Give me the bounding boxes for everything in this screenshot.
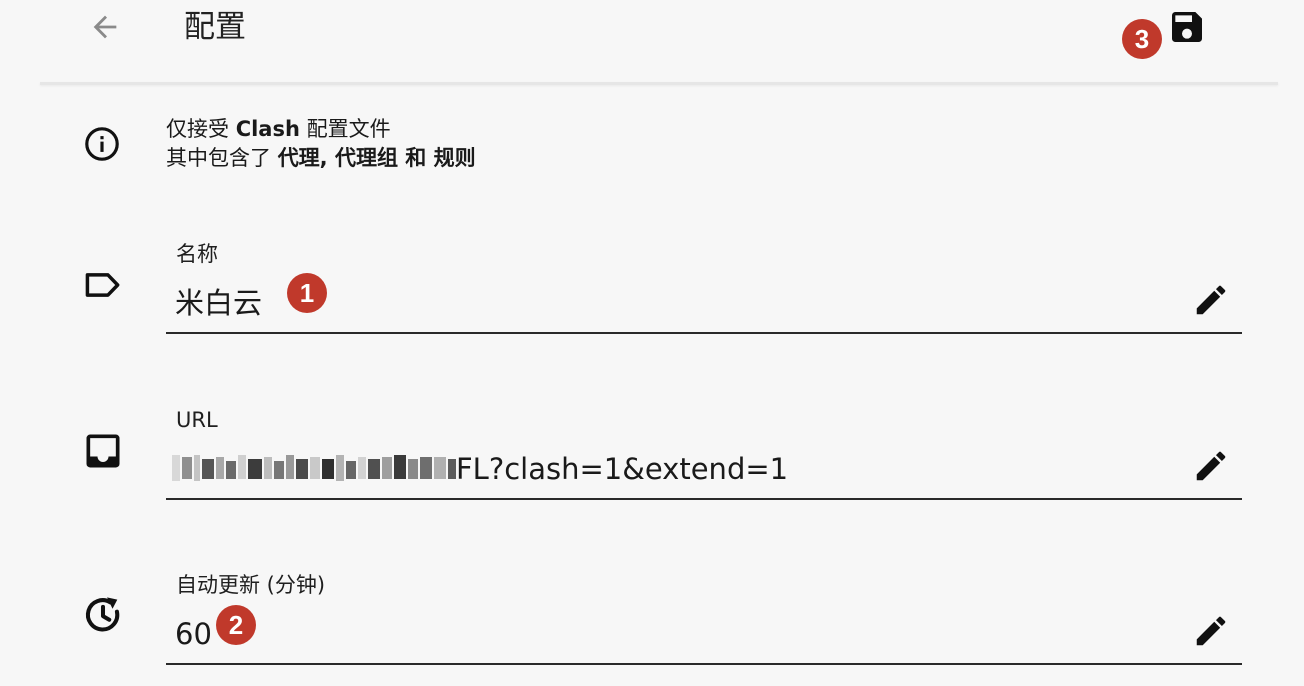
pencil-edit-icon [1196, 451, 1226, 481]
annotation-badge-3: 3 [1122, 19, 1162, 59]
interval-field-label: 自动更新 (分钟) [176, 573, 326, 597]
name-field-underline [166, 332, 1242, 334]
pencil-edit-icon [1196, 616, 1226, 646]
arrow-left-icon [93, 15, 117, 39]
url-visible-suffix: FL?clash=1&extend=1 [456, 452, 789, 486]
url-field-underline [166, 498, 1242, 500]
top-app-bar: 配置 3 [0, 0, 1304, 85]
header-divider [40, 82, 1278, 85]
edit-interval-button[interactable] [1188, 608, 1234, 654]
info-circle-icon [82, 124, 122, 164]
back-button[interactable] [82, 8, 128, 46]
clock-refresh-icon [80, 592, 126, 638]
pencil-edit-icon [1196, 285, 1226, 315]
redacted-url-mask [172, 455, 456, 481]
annotation-badge-1: 1 [287, 273, 327, 313]
interval-field-value[interactable]: 60 [175, 615, 212, 653]
save-button[interactable] [1164, 4, 1210, 50]
edit-name-button[interactable] [1188, 277, 1234, 323]
name-field-label: 名称 [176, 242, 218, 266]
label-tag-icon [80, 262, 126, 308]
url-field-value[interactable]: FL?clash=1&extend=1 [172, 450, 788, 488]
inbox-icon [80, 428, 126, 474]
info-line-2: 其中包含了 代理, 代理组 和 规则 [166, 146, 476, 170]
page-title: 配置 [184, 9, 246, 45]
info-description: 仅接受 Clash 配置文件 其中包含了 代理, 代理组 和 规则 [166, 115, 476, 173]
profile-config-page: 配置 3 仅接受 Clash 配置文件 其中包含了 代理, 代理组 和 规则 名… [0, 0, 1304, 686]
save-floppy-icon [1172, 12, 1202, 42]
url-field-label: URL [176, 408, 218, 432]
name-field-value[interactable]: 米白云 [175, 284, 262, 322]
edit-url-button[interactable] [1188, 443, 1234, 489]
interval-field-underline [166, 663, 1242, 665]
info-line-1: 仅接受 Clash 配置文件 [166, 117, 391, 141]
annotation-badge-2: 2 [216, 605, 256, 645]
